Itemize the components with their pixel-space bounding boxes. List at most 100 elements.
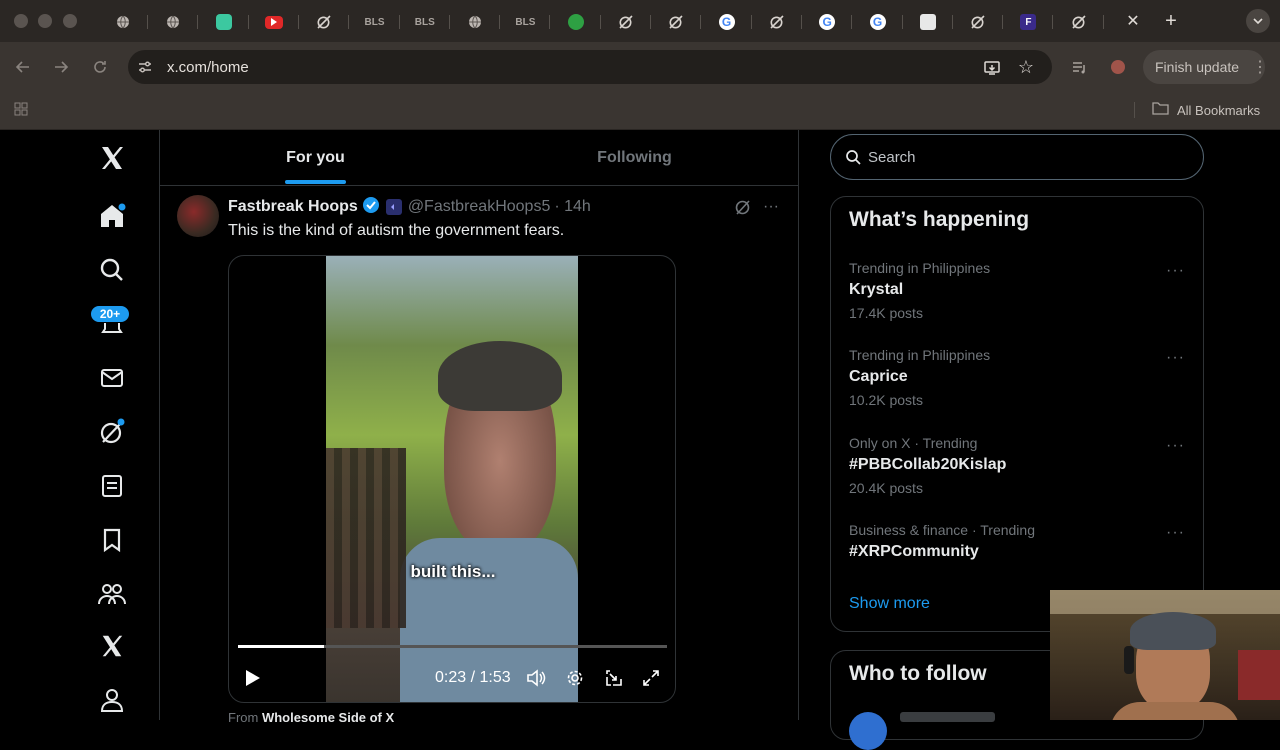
- webcam-person-shoulders: [1110, 702, 1240, 720]
- author-name[interactable]: Fastbreak Hoops: [228, 198, 358, 216]
- browser-tab[interactable]: [199, 8, 249, 36]
- site-settings-icon[interactable]: [136, 58, 154, 76]
- globe-icon: [115, 14, 131, 30]
- browser-tab[interactable]: G: [853, 8, 903, 36]
- video-player[interactable]: built this... 0:23 / 1:53: [228, 255, 676, 703]
- google-icon: G: [718, 14, 735, 30]
- tab-for-you[interactable]: For you: [160, 130, 471, 186]
- post-time[interactable]: · 14h: [554, 198, 590, 216]
- lists-icon[interactable]: [94, 468, 130, 504]
- play-icon[interactable]: [241, 666, 265, 690]
- search-placeholder: Search: [868, 149, 916, 166]
- browser-tab[interactable]: [450, 8, 501, 36]
- window-zoom-button[interactable]: [63, 14, 77, 28]
- browser-tab[interactable]: G: [802, 8, 853, 36]
- browser-tab[interactable]: BLS: [350, 8, 400, 36]
- trend-more-icon[interactable]: ···: [1166, 349, 1185, 367]
- trend-more-icon[interactable]: ···: [1166, 262, 1185, 280]
- timeline-tabs: For you Following: [160, 130, 798, 186]
- volume-icon[interactable]: [525, 667, 547, 689]
- video-progress-fill: [238, 645, 324, 648]
- webcam-overlay: [1050, 590, 1280, 720]
- fullscreen-icon[interactable]: [640, 667, 662, 689]
- author-handle[interactable]: @FastbreakHoops5: [408, 198, 551, 216]
- communities-icon[interactable]: [94, 576, 130, 612]
- video-time: 0:23 / 1:53: [435, 669, 511, 686]
- reload-icon[interactable]: [89, 56, 111, 78]
- browser-tab-bar: BLS BLS BLS G G G F ✕ +: [0, 0, 1280, 42]
- trend-meta: Only on X · Trending: [849, 435, 978, 451]
- globe-icon: [165, 14, 181, 30]
- no-sign-icon: [316, 14, 332, 30]
- close-tab-icon[interactable]: ✕: [1122, 10, 1144, 32]
- tab-favicon-label: BLS: [414, 16, 435, 28]
- search-box[interactable]: Search: [830, 134, 1204, 180]
- browser-tab[interactable]: [601, 8, 651, 36]
- suggested-account-avatar[interactable]: [849, 712, 887, 750]
- search-icon: [845, 149, 861, 170]
- tab-search-icon[interactable]: [1246, 9, 1270, 33]
- suggested-account-name[interactable]: [900, 712, 995, 722]
- browser-tab[interactable]: [148, 8, 199, 36]
- tab-following-label: Following: [597, 149, 672, 166]
- author-avatar[interactable]: [177, 195, 219, 237]
- grok-icon[interactable]: [94, 414, 130, 450]
- premium-x-icon[interactable]: [94, 628, 130, 664]
- video-progress-bar[interactable]: [238, 645, 667, 648]
- grok-post-icon[interactable]: [732, 196, 754, 218]
- post-more-icon[interactable]: ···: [760, 196, 782, 218]
- tab-following[interactable]: Following: [471, 130, 798, 186]
- new-tab-icon[interactable]: +: [1160, 10, 1182, 32]
- browser-tab[interactable]: [299, 8, 350, 36]
- address-bar[interactable]: x.com/home ☆: [128, 50, 1052, 84]
- messages-mail-icon[interactable]: [94, 360, 130, 396]
- trend-more-icon[interactable]: ···: [1166, 524, 1185, 542]
- no-sign-icon: [970, 14, 986, 30]
- home-icon[interactable]: [94, 198, 130, 234]
- browser-menu-icon[interactable]: ⋮: [1252, 58, 1268, 76]
- video-background-structure: [326, 448, 406, 628]
- bookmark-star-icon[interactable]: ☆: [1016, 57, 1036, 77]
- window-close-button[interactable]: [14, 14, 28, 28]
- browser-tab[interactable]: [98, 8, 148, 36]
- browser-tab[interactable]: [903, 8, 953, 36]
- back-icon[interactable]: [12, 56, 34, 78]
- active-tab-indicator: [285, 180, 346, 184]
- profile-icon[interactable]: [94, 682, 130, 718]
- explore-search-icon[interactable]: [94, 252, 130, 288]
- install-app-icon[interactable]: [982, 58, 1002, 78]
- source-name[interactable]: Wholesome Side of X: [262, 710, 394, 725]
- trend-title: #PBBCollab20Kislap: [849, 456, 1007, 473]
- media-controls-icon[interactable]: [1068, 56, 1090, 78]
- pip-icon[interactable]: [603, 667, 625, 689]
- apps-grid-icon[interactable]: [12, 100, 30, 118]
- verified-badge-icon: [362, 196, 380, 219]
- trend-more-icon[interactable]: ···: [1166, 437, 1185, 455]
- browser-tab[interactable]: [551, 8, 601, 36]
- browser-tab[interactable]: [651, 8, 702, 36]
- browser-tab[interactable]: BLS: [500, 8, 551, 36]
- browser-tab[interactable]: F: [1003, 8, 1054, 36]
- browser-tab[interactable]: [1054, 8, 1104, 36]
- webcam-ceiling: [1050, 590, 1280, 614]
- window-minimize-button[interactable]: [38, 14, 52, 28]
- youtube-icon: [264, 15, 283, 29]
- tab-for-you-label: For you: [286, 149, 345, 166]
- post-text: This is the kind of autism the governmen…: [228, 222, 565, 239]
- all-bookmarks-button[interactable]: All Bookmarks: [1152, 98, 1260, 122]
- finish-update-button[interactable]: Finish update: [1143, 50, 1265, 84]
- browser-tab[interactable]: G: [702, 8, 752, 36]
- video-caption: built this...: [410, 562, 496, 581]
- browser-tab[interactable]: BLS: [400, 8, 450, 36]
- browser-tab[interactable]: [249, 8, 299, 36]
- browser-tab[interactable]: [752, 8, 802, 36]
- browser-tab[interactable]: [953, 8, 1004, 36]
- trend-title: Krystal: [849, 281, 904, 298]
- profile-avatar-icon[interactable]: [1107, 56, 1129, 78]
- forward-icon[interactable]: [50, 56, 72, 78]
- settings-gear-icon[interactable]: [564, 667, 586, 689]
- bookmarks-icon[interactable]: [94, 522, 130, 558]
- x-logo-icon[interactable]: [94, 140, 130, 176]
- show-more-link[interactable]: Show more: [849, 595, 930, 613]
- tab-favicon-label: BLS: [364, 16, 385, 28]
